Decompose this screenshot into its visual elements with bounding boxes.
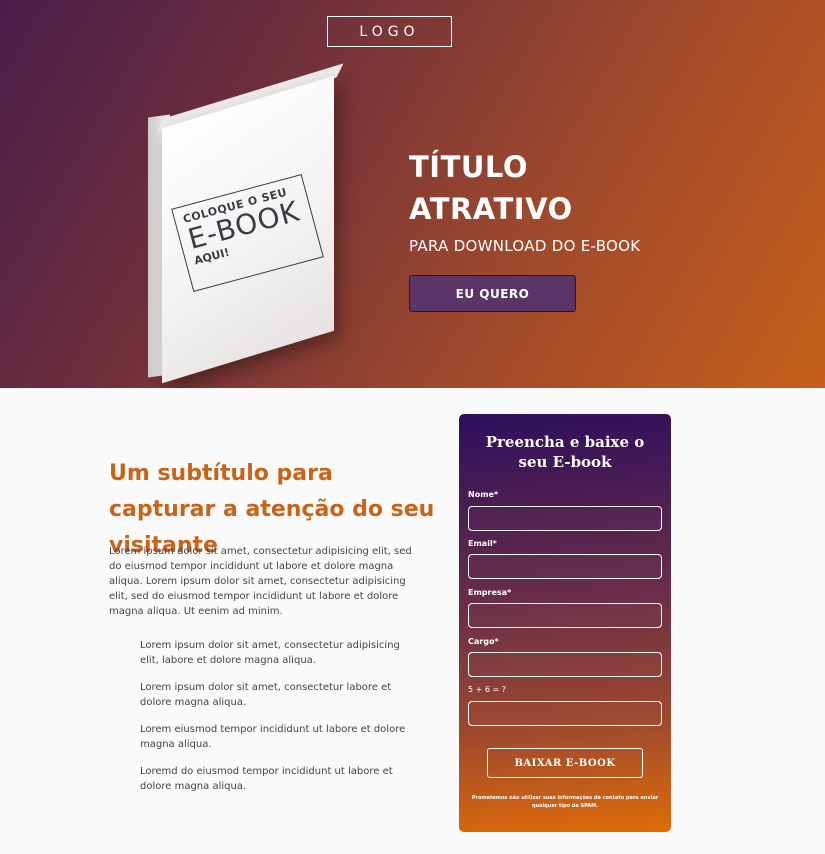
role-label: Cargo*	[468, 637, 499, 646]
name-label: Nome*	[468, 490, 499, 499]
privacy-note: Prometemos não utilizar suas informações…	[471, 795, 659, 809]
content-paragraph: Lorem ipsum dolor sit amet, consectetur …	[109, 546, 412, 617]
content-list: Lorem ipsum dolor sit amet, consectetur …	[140, 638, 420, 806]
list-item: Lorem eiusmod tempor incididunt ut labor…	[140, 724, 406, 750]
hero-subtitle: PARA DOWNLOAD DO E-BOOK	[409, 237, 641, 255]
form-title: Preencha e baixe o seu E-book	[485, 433, 645, 471]
email-label: Email*	[468, 539, 497, 548]
download-ebook-button[interactable]: BAIXAR E-BOOK	[487, 748, 643, 778]
list-item: Lorem ipsum dolor sit amet, consectetur …	[140, 682, 392, 708]
list-item: Loremd do eiusmod tempor incididunt ut l…	[140, 766, 393, 792]
name-input[interactable]	[468, 506, 662, 531]
logo[interactable]: LOGO	[327, 16, 452, 47]
hero-title: TÍTULO ATRATIVO	[409, 150, 573, 226]
company-input[interactable]	[468, 603, 662, 628]
captcha-label: 5 + 6 = ?	[468, 685, 507, 694]
company-label: Empresa*	[468, 588, 512, 597]
hero-section: LOGO COLOQUE O SEU E-BOOK AQUI! TÍTULO A…	[0, 0, 825, 388]
email-input[interactable]	[468, 554, 662, 579]
captcha-input[interactable]	[468, 701, 662, 726]
role-input[interactable]	[468, 652, 662, 677]
cta-button[interactable]: EU QUERO	[409, 275, 576, 312]
list-item: Lorem ipsum dolor sit amet, consectetur …	[140, 640, 400, 666]
ebook-cover-image: COLOQUE O SEU E-BOOK AQUI!	[140, 63, 345, 384]
download-form: Preencha e baixe o seu E-book Nome* Emai…	[459, 414, 671, 832]
